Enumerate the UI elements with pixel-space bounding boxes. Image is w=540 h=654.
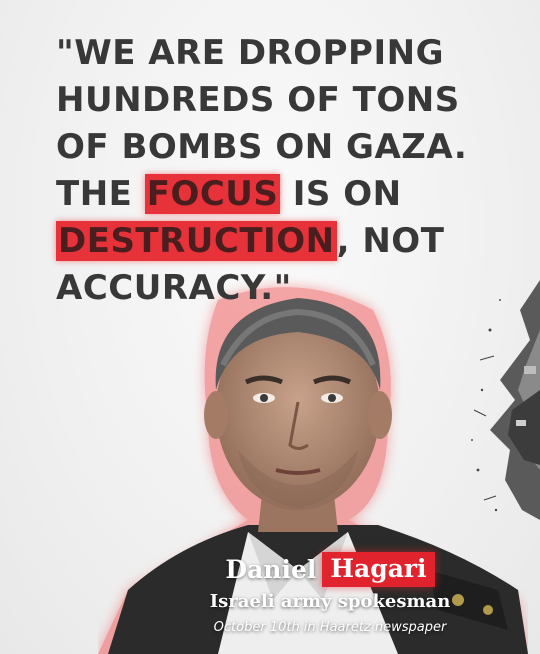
poster: "WE ARE DROPPING HUNDREDS OF TONS OF BOM… <box>0 0 540 654</box>
quote-line-5-post: , NOT <box>336 221 445 261</box>
first-name: Daniel <box>225 555 317 584</box>
quote-line-3: OF BOMBS ON GAZA. <box>56 127 468 167</box>
quote-line-5: DESTRUCTION, NOT <box>56 218 516 265</box>
quote-line-4: THE FOCUS IS ON <box>56 171 516 218</box>
role-title: Israeli army spokesman <box>209 591 451 612</box>
quote-text: "WE ARE DROPPING HUNDREDS OF TONS OF BOM… <box>56 30 516 312</box>
quote-line-4-post: IS ON <box>280 174 402 214</box>
name-row: Daniel Hagari <box>150 552 510 587</box>
last-name-badge: Hagari <box>322 552 435 587</box>
highlight-focus: FOCUS <box>144 174 281 214</box>
source-note: October 10th in Haaretz newspaper <box>213 620 447 635</box>
quote-line-1: "WE ARE DROPPING <box>56 33 444 73</box>
quote-line-2: HUNDREDS OF TONS <box>56 80 460 120</box>
caption: Daniel Hagari Israeli army spokesman Oct… <box>150 552 510 635</box>
quote-line-6: ACCURACY." <box>56 268 292 308</box>
quote-line-4-pre: THE <box>56 174 145 214</box>
highlight-destruction: DESTRUCTION <box>56 221 337 261</box>
